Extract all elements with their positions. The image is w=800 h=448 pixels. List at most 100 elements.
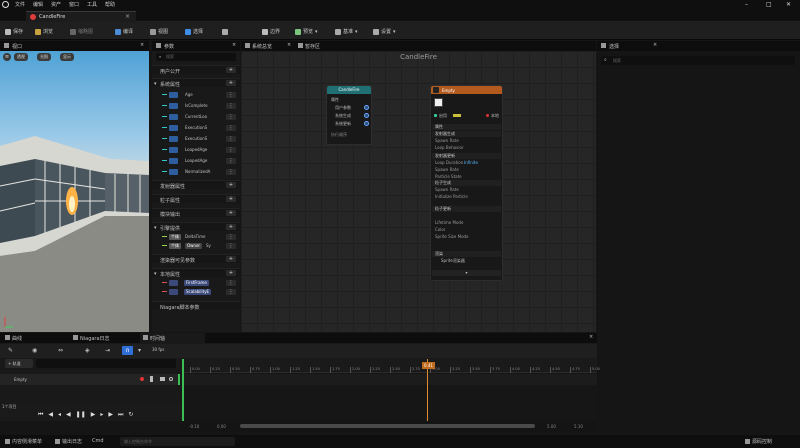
menu-edit[interactable]: 编辑 <box>33 1 43 8</box>
param-options[interactable]: ⋮ <box>226 243 236 249</box>
first-frame-icon[interactable]: ⏮ <box>38 411 43 419</box>
emitter-stack-group[interactable]: 粒子生成 <box>432 180 501 186</box>
add-stage-button[interactable]: ▾ <box>432 270 501 276</box>
eye-icon[interactable]: ◉ <box>32 347 37 354</box>
viewport[interactable]: ≡ 透视 光照 显示 <box>0 51 149 332</box>
close-panel-icon[interactable]: × <box>287 42 291 48</box>
param-options[interactable]: ⋮ <box>226 92 236 98</box>
timeline-tracks[interactable]: 0.00 0.25 0.50 0.75 1.00 1.25 1.50 1.75 2.00 2.25… <box>182 359 600 421</box>
lock-icon[interactable] <box>150 376 153 382</box>
track-search-input[interactable] <box>36 359 176 368</box>
timeline-scrollbar[interactable] <box>240 424 535 428</box>
magnet-icon[interactable]: ∩ <box>122 346 133 355</box>
section-niagara-script[interactable]: Niagara脚本参数 <box>152 301 240 311</box>
maximize-icon[interactable]: □ <box>766 1 772 8</box>
settings-dropdown[interactable]: 设置 ▾ <box>373 27 396 36</box>
skip-icon[interactable]: ⇥ <box>105 347 110 354</box>
tab-system-overview[interactable]: 系统总览 <box>252 43 272 50</box>
section-particle[interactable]: 粒子属性 + <box>152 194 240 204</box>
pen-icon[interactable]: ✎ <box>8 347 13 354</box>
param-row[interactable]: 个体 Owner Sy ⋮ <box>152 242 240 250</box>
content-drawer-button[interactable]: 内容侧滑菜单 <box>12 438 42 445</box>
tab-niagara-log[interactable]: Niagara日志 <box>80 335 110 342</box>
next-frame-icon[interactable]: ▸ <box>100 411 103 419</box>
key-icon[interactable]: ⇔ <box>58 347 63 354</box>
preview-dropdown[interactable]: 预览 ▾ <box>295 27 318 36</box>
enable-checkbox[interactable] <box>434 114 437 117</box>
loop-behavior-value[interactable]: Infinite <box>464 160 478 165</box>
section-engine[interactable]: ▾ 引擎提供 + <box>152 222 240 232</box>
close-panel-icon[interactable]: × <box>653 42 657 48</box>
param-row[interactable]: ScalabilityE ⋮ <box>152 288 240 296</box>
emitter-module-row[interactable]: Spawn Rate <box>435 167 459 172</box>
close-tab-icon[interactable]: × <box>125 13 130 20</box>
prev-key-icon[interactable]: ◀ <box>48 411 53 419</box>
param-options[interactable]: ⋮ <box>226 125 236 131</box>
emitter-module-row[interactable]: Particle State <box>435 174 462 179</box>
add-param-button[interactable]: + <box>226 224 236 230</box>
menu-file[interactable]: 文件 <box>15 1 25 8</box>
tab-curves[interactable]: 曲线 <box>12 335 22 342</box>
emitter-module-row[interactable]: Loop Behavior <box>435 145 464 150</box>
param-options[interactable]: ⋮ <box>226 103 236 109</box>
snap-icon[interactable]: ◈ <box>85 347 90 354</box>
emitter-node[interactable]: Empty 启用 本地 属性 发射器生成 发射器更新 粒子生成 粒子更新 渲染 Spawn … <box>430 85 503 281</box>
node-row[interactable]: 属性 <box>331 97 339 103</box>
section-renderer[interactable]: 渲染器可见参数 + <box>152 254 240 264</box>
output-log-button[interactable]: 输出日志 <box>62 438 82 445</box>
cmd-dropdown[interactable]: Cmd <box>92 438 104 444</box>
next-key-icon[interactable]: ▶ <box>108 411 113 419</box>
source-control-button[interactable]: 源码控制 <box>752 438 772 445</box>
range-start-marker[interactable] <box>182 359 184 421</box>
emitter-module-row[interactable]: Sprite Size Mode <box>435 234 469 239</box>
menu-assets[interactable]: 资产 <box>51 1 61 8</box>
add-param-button[interactable]: + <box>226 196 236 202</box>
tab-candlefire[interactable]: CandleFire × <box>26 11 136 22</box>
compile-button[interactable]: 编译 <box>115 27 133 36</box>
param-options[interactable]: ⋮ <box>226 280 236 286</box>
solo-icon[interactable] <box>169 377 173 381</box>
section-user-exposed[interactable]: 用户公开 + <box>152 65 240 75</box>
add-param-button[interactable]: + <box>226 182 236 188</box>
play-icon[interactable]: ▶ <box>91 411 96 419</box>
emitter-module-row[interactable]: Spawn Rate <box>435 138 459 143</box>
close-panel-icon[interactable]: × <box>140 42 144 48</box>
play-reverse-icon[interactable]: ◀ <box>66 411 71 419</box>
param-row[interactable]: ExecutionS ⋮ <box>152 124 240 132</box>
emitter-stack-group[interactable]: 粒子更新 <box>432 206 501 212</box>
last-frame-icon[interactable]: ⏭ <box>118 411 123 419</box>
select-button[interactable]: 选择 <box>185 27 203 36</box>
save-button[interactable]: 保存 <box>5 27 23 36</box>
emitter-stack-group[interactable]: 发射器生成 <box>432 131 501 137</box>
add-param-button[interactable]: + <box>226 210 236 216</box>
baseline-dropdown[interactable]: 基准 ▾ <box>335 27 358 36</box>
system-node[interactable]: CandleFire 属性 用户参数 系统生成 系统更新 执行顺序 <box>326 85 372 145</box>
menu-window[interactable]: 窗口 <box>69 1 79 8</box>
loop-icon[interactable]: ↻ <box>128 411 133 419</box>
unreal-logo-icon[interactable] <box>2 1 9 8</box>
param-options[interactable]: ⋮ <box>226 114 236 120</box>
menu-tools[interactable]: 工具 <box>87 1 97 8</box>
section-emitter[interactable]: 发射器属性 + <box>152 180 240 190</box>
bounds-button[interactable] <box>222 27 228 36</box>
prev-frame-icon[interactable]: ◂ <box>58 411 61 419</box>
renderer-row[interactable]: Sprite渲染器 <box>441 258 465 264</box>
camera-icon[interactable] <box>160 377 165 381</box>
track-row[interactable]: Empty <box>0 374 180 385</box>
param-row[interactable]: 个体 DeltaTime ⋮ <box>152 233 240 241</box>
emitter-module-row[interactable]: Initialize Particle <box>435 194 468 199</box>
node-graph[interactable]: CandleFire CandleFire 属性 用户参数 系统生成 系统更新 … <box>241 51 596 332</box>
time-ruler[interactable]: 0.00 0.25 0.50 0.75 1.00 1.25 1.50 1.75 2.00 2.25… <box>182 359 600 373</box>
add-param-button[interactable]: + <box>226 67 236 73</box>
param-options[interactable]: ⋮ <box>226 234 236 240</box>
param-options[interactable]: ⋮ <box>226 147 236 153</box>
emitter-module-row[interactable]: Color <box>435 227 445 232</box>
console-input[interactable]: 输入控制台命令 <box>120 437 235 446</box>
params-search-input[interactable]: ⌕ 搜索 <box>156 53 236 61</box>
node-row[interactable]: 用户参数 <box>335 105 351 111</box>
browse-button[interactable]: 浏览 <box>35 27 53 36</box>
add-param-button[interactable]: + <box>226 256 236 262</box>
bounds-dropdown[interactable]: 边界 <box>262 27 280 36</box>
add-track-button[interactable]: + 轨道 <box>5 359 33 368</box>
close-window-icon[interactable]: ✕ <box>786 1 791 8</box>
